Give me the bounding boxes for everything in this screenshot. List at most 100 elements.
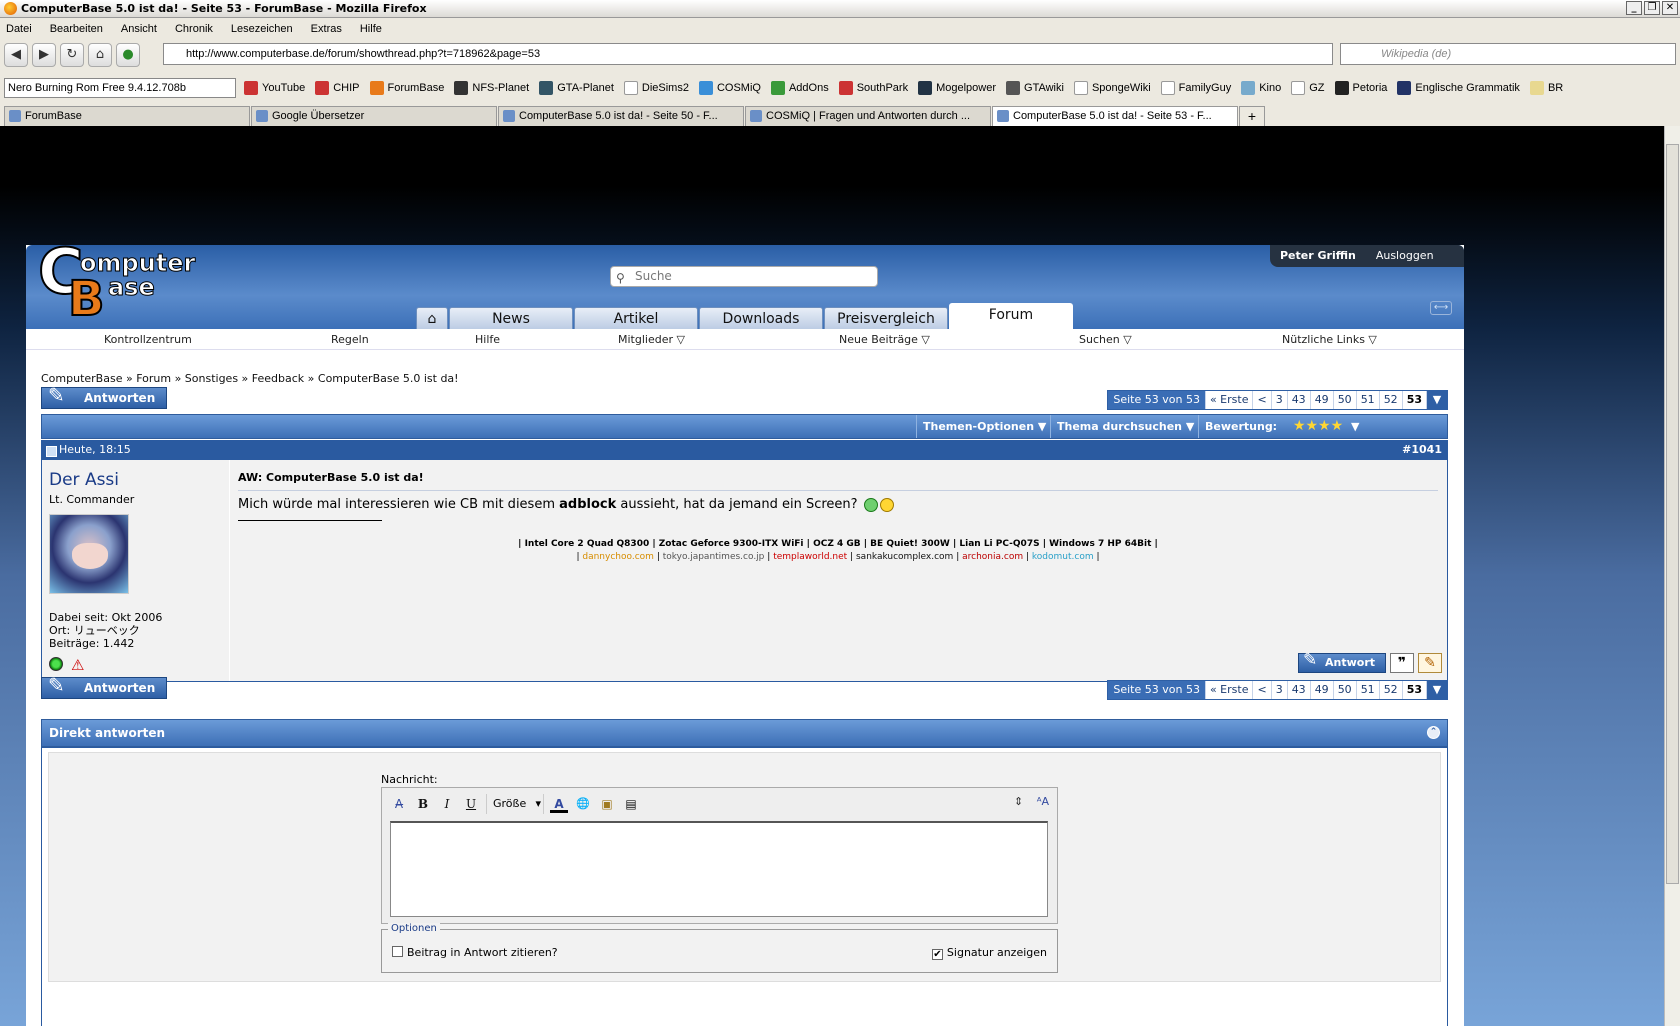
pager-page[interactable]: 50 bbox=[1334, 681, 1357, 699]
signature-option[interactable]: ✔ Signatur anzeigen bbox=[931, 946, 1047, 960]
font-size-select[interactable]: Größe bbox=[486, 794, 544, 814]
pager-page[interactable]: 51 bbox=[1357, 391, 1380, 409]
subnav-nuetzliche-links[interactable]: Nützliche Links ▽ bbox=[1282, 333, 1377, 346]
pager-page[interactable]: 49 bbox=[1311, 391, 1334, 409]
tab-preisvergleich[interactable]: Preisvergleich bbox=[824, 307, 948, 331]
message-textarea[interactable] bbox=[390, 821, 1048, 917]
home-icon[interactable]: ⌂ bbox=[88, 43, 112, 67]
bookmark-nfs-planet[interactable]: NFS-Planet bbox=[454, 81, 529, 95]
remove-format-icon[interactable]: A̶ bbox=[390, 795, 408, 813]
thread-search-menu[interactable]: Thema durchsuchen ▼ bbox=[1050, 415, 1200, 438]
quote-option[interactable]: Beitrag in Antwort zitieren? bbox=[392, 946, 558, 959]
underline-button[interactable]: U bbox=[462, 795, 480, 813]
tab-artikel[interactable]: Artikel bbox=[574, 307, 698, 331]
insert-image-icon[interactable]: ▣ bbox=[598, 795, 616, 813]
vertical-scrollbar[interactable] bbox=[1664, 126, 1680, 1026]
pager-page[interactable]: 3 bbox=[1272, 391, 1288, 409]
forward-icon[interactable]: ▶ bbox=[32, 43, 56, 67]
url-field[interactable]: http://www.computerbase.de/forum/showthr… bbox=[163, 43, 1333, 65]
quote-checkbox[interactable] bbox=[392, 946, 403, 957]
pager-dropdown-icon[interactable]: ▼ bbox=[1427, 681, 1447, 699]
pager-page[interactable]: 43 bbox=[1288, 391, 1311, 409]
sig-link[interactable]: tokyo.japantimes.co.jp bbox=[663, 552, 765, 562]
nero-select[interactable]: Nero Burning Rom Free 9.4.12.708b bbox=[4, 78, 236, 98]
pager-page[interactable]: 43 bbox=[1288, 681, 1311, 699]
insert-link-icon[interactable]: 🌐 bbox=[574, 795, 592, 813]
bookmark-cosmiq[interactable]: COSMiQ bbox=[698, 81, 761, 95]
sig-link[interactable]: dannychoo.com bbox=[582, 552, 654, 562]
bookmark-gz[interactable]: GZ bbox=[1291, 81, 1325, 95]
username-link[interactable]: Peter Griffin bbox=[1270, 245, 1366, 267]
expand-width-icon[interactable]: ⟷ bbox=[1430, 301, 1452, 315]
menu-chronik[interactable]: Chronik bbox=[175, 23, 213, 35]
subnav-regeln[interactable]: Regeln bbox=[331, 333, 369, 346]
pager-page[interactable]: 50 bbox=[1334, 391, 1357, 409]
multiquote-icon[interactable]: ❞ bbox=[1390, 653, 1414, 673]
menu-ansicht[interactable]: Ansicht bbox=[121, 23, 157, 35]
font-color-icon[interactable]: A bbox=[550, 795, 568, 813]
post-reply-button[interactable]: Antwort bbox=[1298, 651, 1386, 673]
tab-downloads[interactable]: Downloads bbox=[699, 307, 823, 331]
reply-button-top[interactable]: Antworten bbox=[41, 385, 167, 409]
sig-link[interactable]: archonia.com bbox=[962, 552, 1023, 562]
subnav-kontrollzentrum[interactable]: Kontrollzentrum bbox=[104, 333, 192, 346]
pager-page[interactable]: 3 bbox=[1272, 681, 1288, 699]
thread-rating-menu[interactable]: Bewertung: ★★★★ ▼ bbox=[1198, 415, 1449, 438]
bookmark-forumbase[interactable]: ForumBase bbox=[369, 81, 444, 95]
pager-prev[interactable]: < bbox=[1253, 391, 1272, 409]
menu-hilfe[interactable]: Hilfe bbox=[360, 23, 382, 35]
signature-checkbox[interactable]: ✔ bbox=[931, 949, 943, 960]
pager-first[interactable]: « Erste bbox=[1206, 391, 1254, 409]
pager-page[interactable]: 49 bbox=[1311, 681, 1334, 699]
bookmark-gta-planet[interactable]: GTA-Planet bbox=[539, 81, 614, 95]
bookmark-spongewiki[interactable]: SpongeWiki bbox=[1073, 81, 1151, 95]
menu-lesezeichen[interactable]: Lesezeichen bbox=[231, 23, 293, 35]
pager-page[interactable]: 51 bbox=[1357, 681, 1380, 699]
close-button[interactable]: ✕ bbox=[1662, 1, 1678, 15]
italic-button[interactable]: I bbox=[438, 795, 456, 813]
bookmark-petoria[interactable]: Petoria bbox=[1334, 81, 1387, 95]
maximize-button[interactable]: ❐ bbox=[1644, 1, 1660, 15]
logout-link[interactable]: Ausloggen bbox=[1366, 245, 1444, 267]
web-search-field[interactable]: Wikipedia (de) bbox=[1340, 43, 1676, 65]
bookmark-southpark[interactable]: SouthPark bbox=[838, 81, 908, 95]
switch-mode-icon[interactable]: ᴬA bbox=[1037, 795, 1049, 808]
menu-bearbeiten[interactable]: Bearbeiten bbox=[50, 23, 103, 35]
subnav-suchen[interactable]: Suchen ▽ bbox=[1079, 333, 1132, 346]
computerbase-logo[interactable]: C omputer B ase bbox=[37, 234, 196, 328]
reload-icon[interactable]: ↻ bbox=[60, 43, 84, 67]
warning-icon[interactable]: ⚠ bbox=[71, 656, 84, 674]
bookmark-chip[interactable]: CHIP bbox=[315, 81, 360, 95]
bookmark-addons[interactable]: AddOns bbox=[770, 81, 829, 95]
bookmark-youtube[interactable]: YouTube bbox=[244, 81, 305, 95]
sig-link[interactable]: kodomut.com bbox=[1032, 552, 1094, 562]
sig-link[interactable]: sankakucomplex.com bbox=[856, 552, 953, 562]
pager-first[interactable]: « Erste bbox=[1206, 681, 1254, 699]
tab-forum[interactable]: Forum bbox=[949, 303, 1073, 331]
avatar[interactable] bbox=[49, 514, 129, 594]
subnav-hilfe[interactable]: Hilfe bbox=[475, 333, 500, 346]
pager-page[interactable]: 52 bbox=[1380, 681, 1403, 699]
menu-extras[interactable]: Extras bbox=[311, 23, 342, 35]
bookmark-familyguy[interactable]: FamilyGuy bbox=[1160, 81, 1231, 95]
thread-options-menu[interactable]: Themen-Optionen ▼ bbox=[916, 415, 1052, 438]
bookmark-kino[interactable]: Kino bbox=[1241, 81, 1281, 95]
pager-page[interactable]: 52 bbox=[1380, 391, 1403, 409]
reply-button-bottom[interactable]: Antworten bbox=[41, 675, 167, 699]
addon-icon[interactable]: ● bbox=[116, 43, 140, 67]
bold-button[interactable]: B bbox=[414, 795, 432, 813]
quick-reply-icon[interactable]: ✎ bbox=[1418, 653, 1442, 673]
bookmark-mogelpower[interactable]: Mogelpower bbox=[918, 81, 996, 95]
bookmark-gtawiki[interactable]: GTAwiki bbox=[1006, 81, 1064, 95]
breadcrumb[interactable]: ComputerBase » Forum » Sonstiges » Feedb… bbox=[41, 372, 459, 385]
new-tab-button[interactable]: + bbox=[1239, 106, 1265, 126]
insert-quote-icon[interactable]: ▤ bbox=[622, 795, 640, 813]
collapse-icon[interactable]: ⌃ bbox=[1427, 726, 1440, 739]
pager-dropdown-icon[interactable]: ▼ bbox=[1427, 391, 1447, 409]
subnav-mitglieder[interactable]: Mitglieder ▽ bbox=[618, 333, 685, 346]
bookmark-diesims2[interactable]: DieSims2 bbox=[623, 81, 689, 95]
menu-datei[interactable]: Datei bbox=[6, 23, 32, 35]
tab-news[interactable]: News bbox=[449, 307, 573, 331]
back-icon[interactable]: ◀ bbox=[4, 43, 28, 67]
sig-link[interactable]: templaworld.net bbox=[773, 552, 847, 562]
